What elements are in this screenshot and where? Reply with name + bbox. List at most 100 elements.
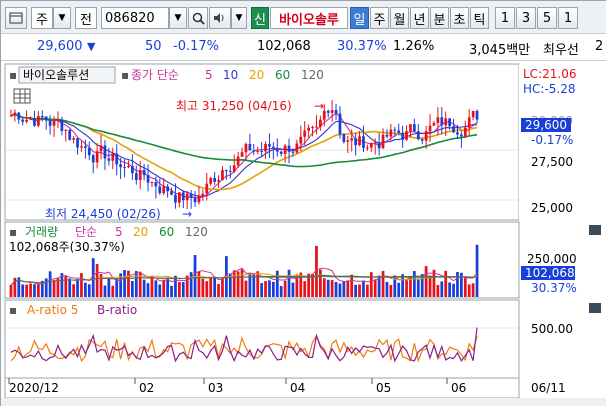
- current-change-axis: -0.17%: [531, 133, 573, 147]
- candle-body: [29, 118, 32, 120]
- down-arrow-icon: ▼: [87, 40, 96, 53]
- candle-body: [205, 183, 209, 194]
- type-select[interactable]: 전: [75, 7, 97, 29]
- volume-bar: [416, 279, 420, 297]
- layout-icon[interactable]: [5, 7, 27, 29]
- candle-body: [119, 164, 122, 168]
- candle-body: [393, 129, 397, 131]
- candle-body: [193, 197, 197, 203]
- volume-bar: [37, 284, 40, 297]
- candle-body: [366, 147, 369, 149]
- candle-body: [146, 175, 150, 183]
- volume-bar: [170, 285, 173, 297]
- candle-body: [424, 131, 428, 141]
- volume-bar: [150, 276, 154, 297]
- candle-body: [201, 193, 205, 196]
- candle-body: [84, 146, 87, 148]
- candle-body: [228, 170, 232, 172]
- volume-bar: [162, 279, 166, 297]
- tab-period-3[interactable]: 년: [410, 7, 429, 29]
- candle-body: [123, 167, 126, 169]
- market-dropdown-icon[interactable]: ▼: [53, 7, 71, 29]
- bottom-scrollbar[interactable]: [1, 398, 606, 406]
- stock-name-button[interactable]: 바이오솔루: [270, 7, 348, 29]
- candle-body: [303, 130, 307, 137]
- candle-body: [178, 192, 181, 203]
- candle-body: [99, 145, 103, 152]
- volume-bar: [33, 284, 36, 297]
- candle-body: [475, 110, 479, 120]
- interval-button-0[interactable]: 1: [495, 7, 515, 29]
- candle-body: [350, 138, 354, 141]
- volume-bar: [154, 280, 158, 297]
- panel-marker-icon: ▪: [9, 68, 17, 82]
- ratio-tick: 500.00: [531, 322, 573, 336]
- candle-body: [213, 177, 216, 182]
- sound-icon[interactable]: [209, 7, 231, 29]
- chart-window: 주 ▼ 전 086820 ▼ ▼ 신 바이오솔루 일주월년분초틱1351 29,…: [0, 0, 606, 406]
- volume-bar: [440, 281, 444, 297]
- candle-body: [21, 119, 25, 122]
- chart-area[interactable]: ▪ 바이오솔루션 ▪ 종가 단순 5 10 20 60 120 최고 31,250 (0…: [1, 61, 606, 406]
- candle-body: [225, 170, 228, 172]
- priority-label: 최우선: [543, 43, 579, 58]
- tab-period-2[interactable]: 월: [390, 7, 409, 29]
- volume-bar: [362, 280, 365, 297]
- interval-button-1[interactable]: 3: [516, 7, 536, 29]
- volume-bar: [142, 279, 146, 297]
- x-axis: 2020/12 02 03 04 05 06 06/11: [4, 377, 566, 399]
- candle-body: [48, 120, 52, 126]
- volume-tick: 250,000: [527, 252, 577, 266]
- candle-body: [460, 134, 463, 137]
- market-select[interactable]: 주: [31, 7, 53, 29]
- ma-period-60: 60: [275, 68, 290, 82]
- candle-body: [326, 110, 330, 113]
- candle-body: [256, 150, 260, 152]
- volume-bar: [221, 278, 224, 297]
- search-icon[interactable]: [188, 7, 208, 29]
- candle-body: [275, 148, 279, 152]
- code-dropdown-icon[interactable]: ▼: [169, 7, 187, 29]
- candle-body: [189, 193, 193, 198]
- x-axis-label-5: 06: [451, 381, 466, 395]
- ma-period-5: 5: [205, 68, 213, 82]
- hc-label: HC:-5.28: [523, 82, 576, 96]
- ratio-panel-close-icon[interactable]: [589, 303, 601, 313]
- interval-button-3[interactable]: 1: [558, 7, 578, 29]
- volume-bar: [205, 281, 209, 297]
- candle-body: [330, 110, 334, 113]
- candle-body: [209, 177, 213, 184]
- tab-period-1[interactable]: 주: [370, 7, 389, 29]
- tab-period-5[interactable]: 초: [450, 7, 469, 29]
- candle-body: [131, 165, 134, 174]
- volume-bar: [381, 270, 385, 297]
- candle-body: [248, 143, 252, 151]
- tab-period-6[interactable]: 틱: [470, 7, 489, 29]
- chart-canvas[interactable]: ▪ 바이오솔루션 ▪ 종가 단순 5 10 20 60 120 최고 31,250 (0…: [1, 61, 606, 406]
- volume-panel-close-icon[interactable]: [589, 225, 601, 235]
- interval-button-2[interactable]: 5: [537, 7, 557, 29]
- volume-bar: [330, 280, 334, 297]
- stock-code-input[interactable]: 086820: [101, 7, 169, 29]
- new-badge[interactable]: 신: [251, 7, 269, 29]
- candle-body: [221, 170, 224, 181]
- ma-period-20: 20: [249, 68, 264, 82]
- volume-bar: [64, 275, 68, 297]
- volume-bar: [131, 281, 134, 297]
- volume-summary: 102,068주(30.37%): [9, 240, 125, 254]
- candle-body: [452, 126, 455, 133]
- sound-dropdown-icon[interactable]: ▼: [231, 7, 247, 29]
- candle-body: [471, 110, 475, 118]
- candle-body: [64, 129, 68, 131]
- tab-period-0[interactable]: 일: [350, 7, 369, 29]
- volume-bar: [240, 269, 244, 297]
- candle-body: [37, 116, 40, 126]
- candle-body: [311, 127, 314, 129]
- current-volume-pct: 30.37%: [531, 281, 577, 295]
- tab-period-4[interactable]: 분: [430, 7, 449, 29]
- candle-body: [420, 139, 424, 141]
- volume-bar: [256, 271, 260, 297]
- candle-body: [279, 151, 283, 154]
- candle-body: [377, 142, 381, 149]
- table-icon[interactable]: [13, 88, 31, 104]
